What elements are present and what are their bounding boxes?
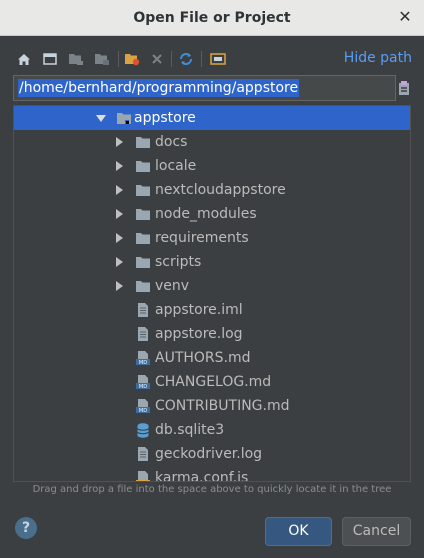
svg-text:MD: MD [139,360,147,366]
folder-icon [135,278,151,294]
toolbar-separator [118,51,119,67]
expand-arrow-icon[interactable] [116,161,123,171]
folder-icon [116,110,132,126]
expand-arrow-icon[interactable] [116,185,123,195]
tree-item[interactable]: requirements [14,226,410,250]
file-tree[interactable]: appstore docs locale nextcloudappstore node_… [13,105,411,482]
tree-item-label: requirements [155,230,249,246]
tree-item-label: geckodriver.log [155,446,263,462]
tree-item-label: node_modules [155,206,257,222]
tree-item-label: venv [155,278,190,294]
folder-icon [135,230,151,246]
expand-arrow-icon[interactable] [116,209,123,219]
svg-text:MD: MD [139,408,147,414]
tree-item[interactable]: nextcloudappstore [14,178,410,202]
path-input-value: /home/bernhard/programming/appstore [18,79,300,97]
markdown-file-icon: MD [135,374,151,390]
tree-item-label: db.sqlite3 [155,422,225,438]
tree-item-label: appstore.log [155,326,243,342]
tree-item-label: nextcloudappstore [155,182,286,198]
show-hidden-icon[interactable] [208,48,228,70]
javascript-file-icon [135,470,151,481]
file-icon [135,302,151,318]
home-icon[interactable] [14,48,34,70]
tree-item[interactable]: geckodriver.log [14,442,410,466]
expand-arrow-icon[interactable] [116,281,123,291]
drag-drop-hint: Drag and drop a file into the space abov… [32,484,392,495]
tree-item-label: locale [155,158,197,174]
tree-item[interactable]: MD CONTRIBUTING.md [14,394,410,418]
hide-path-link[interactable]: Hide path [344,50,412,66]
tree-item[interactable]: appstore.iml [14,298,410,322]
new-folder-icon[interactable] [122,48,142,70]
ok-button[interactable]: OK [265,517,332,546]
module-folder-icon[interactable] [92,48,112,70]
close-icon[interactable]: ✕ [396,8,414,26]
tree-item-label: AUTHORS.md [155,350,251,366]
folder-icon [135,134,151,150]
tree-item[interactable]: venv [14,274,410,298]
tree-item[interactable]: karma.conf.js [14,466,410,482]
help-icon[interactable]: ? [15,517,37,539]
tree-item[interactable]: MD CHANGELOG.md [14,370,410,394]
refresh-icon[interactable] [176,48,196,70]
file-icon [135,326,151,342]
tree-item-label: appstore [134,110,196,126]
tree-item[interactable]: node_modules [14,202,410,226]
dialog-title: Open File or Project [133,10,291,26]
folder-icon [135,206,151,222]
file-icon [135,446,151,462]
tree-item-label: karma.conf.js [155,470,249,482]
delete-icon[interactable] [147,48,167,70]
tree-item[interactable]: appstore.log [14,322,410,346]
folder-icon [135,158,151,174]
tree-item[interactable]: db.sqlite3 [14,418,410,442]
toolbar [14,48,314,70]
toolbar-separator [171,51,172,67]
expand-arrow-icon[interactable] [116,233,123,243]
expand-arrow-icon[interactable] [116,137,123,147]
title-bar: Open File or Project ✕ [0,0,424,36]
database-icon [135,422,151,438]
markdown-file-icon: MD [135,350,151,366]
tree-item[interactable]: locale [14,154,410,178]
cancel-button[interactable]: Cancel [342,517,411,546]
tree-item-label: scripts [155,254,202,270]
desktop-icon[interactable] [40,48,60,70]
tree-item-label: CHANGELOG.md [155,374,272,390]
tree-item[interactable]: MD AUTHORS.md [14,346,410,370]
path-input[interactable]: /home/bernhard/programming/appstore [13,75,396,101]
tree-item[interactable]: docs [14,130,410,154]
folder-icon [135,254,151,270]
path-history-icon[interactable] [398,80,410,96]
tree-item-label: docs [155,134,188,150]
toolbar-separator [201,51,202,67]
tree-item[interactable]: appstore [14,106,410,130]
expand-arrow-icon[interactable] [116,257,123,267]
tree-item-label: appstore.iml [155,302,243,318]
svg-text:MD: MD [139,384,147,390]
markdown-file-icon: MD [135,398,151,414]
tree-item[interactable]: scripts [14,250,410,274]
project-folder-icon[interactable] [66,48,86,70]
folder-icon [135,182,151,198]
tree-item-label: CONTRIBUTING.md [155,398,290,414]
collapse-arrow-icon[interactable] [96,115,106,122]
